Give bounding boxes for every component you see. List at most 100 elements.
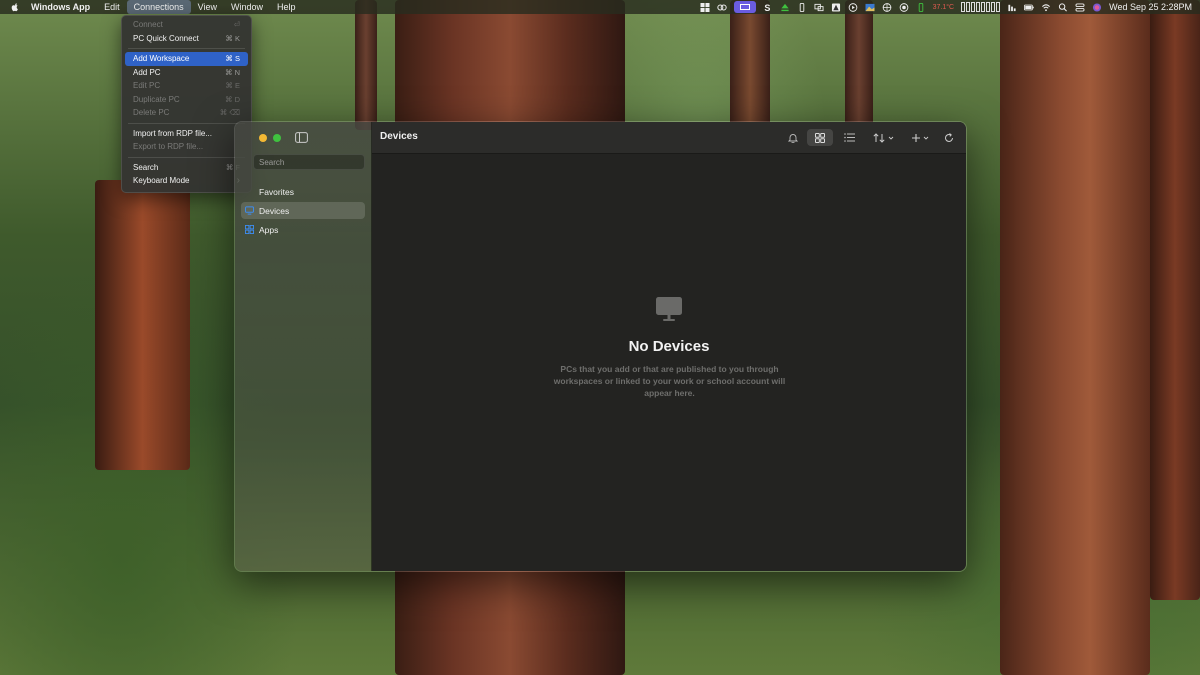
menu-item-label: Duplicate PC (133, 94, 180, 104)
menu-separator (128, 48, 245, 49)
menu-item-label: PC Quick Connect (133, 33, 199, 43)
menu-item-label: Add Workspace (133, 54, 190, 64)
background-tree (730, 0, 770, 130)
screen-share-icon[interactable] (733, 1, 756, 13)
search-placeholder: Search (259, 158, 285, 167)
menu-view[interactable]: View (191, 0, 224, 14)
cpu-meter-icon[interactable] (961, 2, 1001, 12)
background-tree (95, 180, 190, 470)
menu-item-add-pc[interactable]: Add PC ⌘ N (125, 66, 248, 80)
sidebar-item-devices[interactable]: Devices (241, 202, 365, 219)
phone-icon[interactable] (797, 2, 807, 12)
menu-item-shortcut: ⌘ S (225, 54, 240, 64)
menu-item-edit-pc[interactable]: Edit PC ⌘ E (125, 79, 248, 93)
windows-grid-icon[interactable] (700, 2, 710, 12)
menu-item-label: Import from RDP file... (133, 128, 212, 138)
empty-state-title: No Devices (628, 338, 710, 355)
monitor-icon (656, 297, 682, 321)
refresh-icon (945, 132, 953, 142)
minimize-button[interactable] (259, 134, 267, 142)
drive-icon[interactable] (831, 2, 841, 12)
cpu-temp-text[interactable]: 37.1°C (933, 4, 954, 11)
menu-item-shortcut: ⌘ E (225, 81, 240, 91)
menu-item-shortcut: ⌘ D (225, 94, 240, 104)
play-icon[interactable] (848, 2, 858, 12)
menu-item-label: Export to RDP file... (133, 142, 204, 152)
empty-state-description: PCs that you add or that are published t… (553, 364, 786, 398)
menu-item-label: Edit PC (133, 81, 161, 91)
notifications-button[interactable] (784, 129, 802, 146)
monitor-icon (245, 206, 254, 215)
plus-icon (912, 133, 929, 142)
menu-item-export-rdp[interactable]: Export to RDP file... (125, 140, 248, 154)
search-icon[interactable] (1058, 2, 1068, 12)
background-tree (1000, 0, 1150, 675)
menu-help[interactable]: Help (270, 0, 303, 14)
menu-item-search[interactable]: Search ⌘ F (125, 161, 248, 175)
menu-item-add-workspace[interactable]: Add Workspace ⌘ S (125, 52, 248, 66)
apps-grid-icon (245, 225, 254, 234)
background-tree (1150, 0, 1200, 600)
menu-edit[interactable]: Edit (97, 0, 127, 14)
sidebar-item-apps[interactable]: Apps (241, 221, 365, 238)
menu-item-shortcut: ⌘ N (225, 67, 240, 77)
vpn-icon[interactable] (899, 2, 909, 12)
creative-cloud-icon[interactable] (716, 3, 727, 12)
menu-separator (128, 156, 245, 158)
clock-text[interactable]: Wed Sep 25 2:28PM (1109, 2, 1192, 12)
page-title: Devices (380, 131, 418, 142)
svg-text:S: S (764, 3, 770, 12)
menu-item-label: Keyboard Mode (133, 176, 190, 186)
apple-icon[interactable] (10, 2, 20, 12)
empty-state: No Devices PCs that you add or that are … (372, 153, 966, 570)
menu-item-label: Add PC (133, 67, 161, 77)
menu-app-name[interactable]: Windows App (24, 0, 97, 14)
menu-item-shortcut: ⌘ K (225, 33, 240, 43)
main-content: Devices No Devices PCs that you add or t… (372, 122, 966, 571)
upload-arrow-icon[interactable] (780, 3, 790, 12)
wifi-icon[interactable] (1041, 3, 1051, 12)
sidebar-toggle-icon[interactable] (295, 132, 308, 143)
sort-icon (873, 132, 894, 143)
sort-button[interactable] (870, 129, 898, 146)
menu-window[interactable]: Window (224, 0, 270, 14)
list-view-button[interactable] (838, 129, 860, 146)
battery-health-icon[interactable] (916, 2, 926, 12)
sidebar-item-label: Devices (259, 205, 290, 216)
display-icon[interactable] (814, 3, 824, 12)
s-app-icon[interactable]: S (763, 3, 773, 12)
background-tree (845, 0, 873, 130)
photos-icon[interactable] (865, 3, 875, 12)
menu-item-shortcut: ⏎ (233, 20, 240, 30)
menu-separator (128, 122, 245, 124)
add-button[interactable] (908, 129, 934, 146)
menu-item-label: Delete PC (133, 108, 170, 118)
list-icon (843, 133, 855, 142)
menu-item-connect[interactable]: Connect ⏎ (125, 18, 248, 32)
control-center-icon[interactable] (1075, 2, 1085, 12)
stats-icon[interactable] (1007, 3, 1017, 12)
menu-item-import-rdp[interactable]: Import from RDP file... (125, 127, 248, 141)
window-controls (259, 134, 281, 142)
sidebar-item-favorites[interactable]: Favorites (241, 183, 365, 200)
siri-icon[interactable] (1092, 2, 1102, 12)
menu-item-keyboard-mode[interactable]: Keyboard Mode › (125, 174, 248, 188)
menu-bar: Windows App Edit Connections View Window… (0, 0, 1200, 14)
battery-icon[interactable] (1024, 3, 1034, 12)
menu-item-duplicate-pc[interactable]: Duplicate PC ⌘ D (125, 93, 248, 107)
globe-icon[interactable] (882, 2, 892, 12)
menu-item-label: Search (133, 162, 159, 172)
grid-icon (815, 132, 825, 143)
menu-connections[interactable]: Connections (126, 0, 191, 14)
connections-menu: Connect ⏎ PC Quick Connect ⌘ K Add Works… (121, 15, 252, 193)
menu-item-pc-quick-connect[interactable]: PC Quick Connect ⌘ K (125, 32, 248, 46)
background-tree (355, 0, 377, 130)
grid-view-button[interactable] (807, 129, 833, 146)
sidebar-item-label: Favorites (259, 186, 294, 197)
menu-item-delete-pc[interactable]: Delete PC ⌘ ⌫ (125, 106, 248, 120)
sidebar: Search Favorites Devices Apps (235, 122, 372, 571)
sidebar-search-input[interactable]: Search (253, 154, 365, 170)
zoom-button[interactable] (273, 134, 281, 142)
refresh-button[interactable] (940, 129, 958, 146)
status-area: S 37.1°C Wed Sep 25 2:28PM (700, 0, 1192, 14)
